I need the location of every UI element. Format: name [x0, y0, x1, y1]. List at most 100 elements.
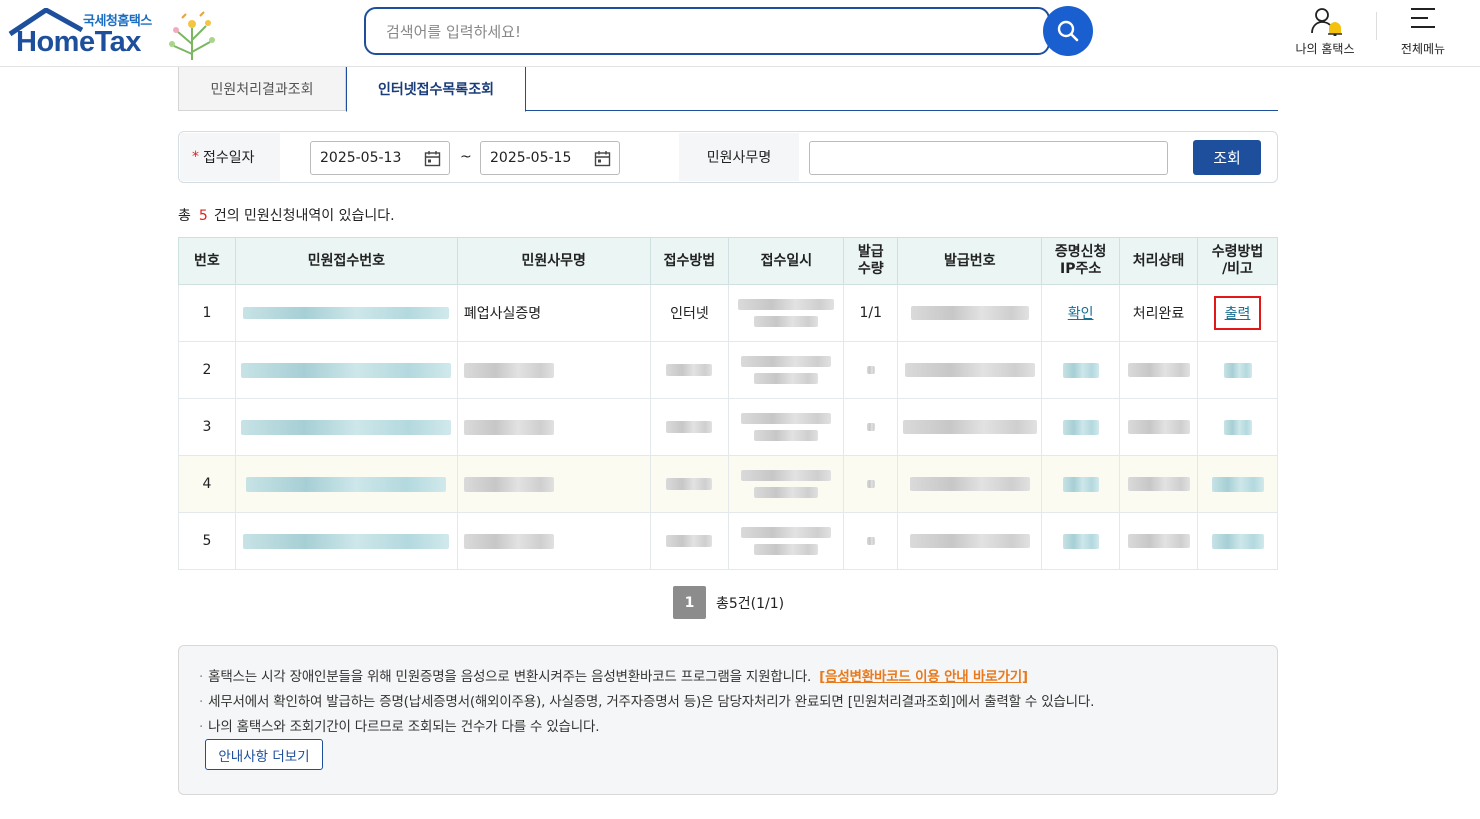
- notice-text: 세무서에서 확인하여 발급하는 증명(납세증명서(해외이주용), 사실증명, 거…: [208, 694, 1095, 710]
- status-redacted: [1119, 455, 1198, 513]
- notice-text: 나의 홈택스와 조회기간이 다르므로 조회되는 건수가 다를 수 있습니다.: [208, 719, 600, 735]
- process-status: 처리완료: [1119, 284, 1198, 342]
- col-header-status: 처리상태: [1119, 237, 1198, 285]
- complaint-name: 폐업사실증명: [456, 284, 651, 342]
- search-icon: [1057, 20, 1079, 42]
- ip-redacted: [1041, 398, 1121, 456]
- method-redacted: [649, 398, 730, 456]
- receipt-number-redacted: [234, 398, 458, 456]
- page-button-current[interactable]: 1: [673, 586, 706, 619]
- flower-decoration-icon: [169, 11, 215, 60]
- tab-bar: 민원처리결과조회 인터넷접수목록조회: [178, 67, 1278, 112]
- all-menu-button[interactable]: 전체메뉴: [1383, 6, 1463, 62]
- complaint-name-redacted: [456, 512, 651, 570]
- receipt-number-redacted: [234, 512, 458, 570]
- datetime-redacted: [728, 398, 845, 456]
- top-header: 국세청홈택스 HomeTax 나의 홈택스: [0, 0, 1480, 67]
- col-header-receipt-method: 수령방법 /비고: [1197, 237, 1278, 285]
- tab-internet-receipt-list[interactable]: 인터넷접수목록조회: [346, 67, 526, 112]
- status-redacted: [1119, 341, 1198, 399]
- col-header-complaint-name: 민원사무명: [456, 237, 651, 285]
- hometax-logo[interactable]: 국세청홈택스 HomeTax: [8, 8, 223, 62]
- table-row: 3: [178, 398, 1278, 456]
- table-header-row: 번호 민원접수번호 민원사무명 접수방법 접수일시 발급 수량 발급번호 증명신…: [178, 237, 1278, 285]
- complaint-name-redacted: [456, 455, 651, 513]
- complaint-name-input[interactable]: [809, 141, 1168, 175]
- summary-suffix: 건의 민원신청내역이 있습니다.: [213, 208, 395, 224]
- date-label: * 접수일자: [180, 133, 280, 181]
- tab-complaint-result[interactable]: 민원처리결과조회: [178, 67, 346, 111]
- quantity-redacted: [843, 341, 899, 399]
- receipt-redacted: [1197, 398, 1278, 456]
- receipt-list-table: 번호 민원접수번호 민원사무명 접수방법 접수일시 발급 수량 발급번호 증명신…: [178, 237, 1278, 570]
- pagination: 1 총5건(1/1): [673, 586, 784, 619]
- table-row: 5: [178, 512, 1278, 570]
- print-link[interactable]: 출력: [1213, 296, 1262, 330]
- issue-number-redacted: [897, 455, 1043, 513]
- receipt-redacted: [1197, 341, 1278, 399]
- row-number: 2: [178, 341, 236, 399]
- method-redacted: [649, 512, 730, 570]
- method-redacted: [649, 341, 730, 399]
- col-header-quantity: 발급 수량: [843, 237, 899, 285]
- notice-box: · 홈택스는 시각 장애인분들을 위해 민원증명을 음성으로 변환시켜주는 음성변…: [178, 645, 1278, 795]
- quantity-redacted: [843, 455, 899, 513]
- more-notice-button[interactable]: 안내사항 더보기: [205, 739, 323, 770]
- calendar-icon[interactable]: [424, 150, 441, 167]
- receipt-cell: 출력: [1197, 284, 1278, 342]
- barcode-guide-link[interactable]: [음성변환바코드 이용 안내 바로가기]: [819, 669, 1028, 685]
- hamburger-menu-icon: [1411, 8, 1435, 28]
- user-bell-icon: [1311, 8, 1342, 36]
- row-number: 1: [178, 284, 236, 342]
- table-row: 4: [178, 455, 1278, 513]
- datetime-redacted: [728, 455, 845, 513]
- search-filter-panel: * 접수일자 2025-05-13 ~ 2025-05-15 민원사무명 조회: [178, 131, 1278, 183]
- col-header-method: 접수방법: [649, 237, 730, 285]
- search-input[interactable]: [386, 19, 1026, 45]
- ip-redacted: [1041, 512, 1121, 570]
- quantity-redacted: [843, 398, 899, 456]
- date-from-field[interactable]: 2025-05-13: [310, 141, 450, 175]
- date-from-value: 2025-05-13: [320, 150, 402, 166]
- calendar-icon[interactable]: [594, 150, 611, 167]
- date-separator: ~: [460, 149, 472, 165]
- result-summary: 총 5 건의 민원신청내역이 있습니다.: [178, 205, 395, 225]
- date-to-field[interactable]: 2025-05-15: [480, 141, 620, 175]
- ip-confirm-link[interactable]: 확인: [1041, 284, 1121, 342]
- query-button[interactable]: 조회: [1193, 140, 1261, 175]
- col-header-datetime: 접수일시: [728, 237, 845, 285]
- complaint-name-label: 민원사무명: [679, 133, 799, 181]
- date-to-value: 2025-05-15: [490, 150, 572, 166]
- receipt-number-redacted: [234, 284, 458, 342]
- ip-redacted: [1041, 341, 1121, 399]
- receipt-method: 인터넷: [649, 284, 730, 342]
- status-redacted: [1119, 398, 1198, 456]
- ip-redacted: [1041, 455, 1121, 513]
- logo-title: HomeTax: [16, 26, 141, 58]
- col-header-receipt-number: 민원접수번호: [234, 237, 458, 285]
- summary-prefix: 총: [178, 208, 191, 224]
- header-divider: [1376, 12, 1377, 40]
- issue-number-redacted: [897, 284, 1043, 342]
- page-info: 총5건(1/1): [716, 595, 785, 612]
- status-redacted: [1119, 512, 1198, 570]
- my-hometax-link[interactable]: 나의 홈택스: [1285, 6, 1365, 62]
- result-count: 5: [198, 208, 208, 224]
- datetime-redacted: [728, 512, 845, 570]
- search-box: [364, 7, 1050, 55]
- complaint-name-redacted: [456, 398, 651, 456]
- table-row: 2: [178, 341, 1278, 399]
- table-row: 1 폐업사실증명 인터넷 1/1 확인 처리완료 출력: [178, 284, 1278, 342]
- receipt-number-redacted: [234, 341, 458, 399]
- method-redacted: [649, 455, 730, 513]
- notice-text: 홈택스는 시각 장애인분들을 위해 민원증명을 음성으로 변환시켜주는 음성변환…: [208, 669, 812, 685]
- notice-line: · 홈택스는 시각 장애인분들을 위해 민원증명을 음성으로 변환시켜주는 음성변…: [199, 669, 1028, 685]
- row-number: 5: [178, 512, 236, 570]
- search-button[interactable]: [1043, 6, 1093, 56]
- issue-number-redacted: [897, 341, 1043, 399]
- row-number: 4: [178, 455, 236, 513]
- notice-line: · 나의 홈택스와 조회기간이 다르므로 조회되는 건수가 다를 수 있습니다.: [199, 719, 600, 735]
- ip-confirm-label[interactable]: 확인: [1068, 306, 1094, 322]
- issue-quantity: 1/1: [843, 284, 899, 342]
- datetime-redacted: [728, 284, 845, 342]
